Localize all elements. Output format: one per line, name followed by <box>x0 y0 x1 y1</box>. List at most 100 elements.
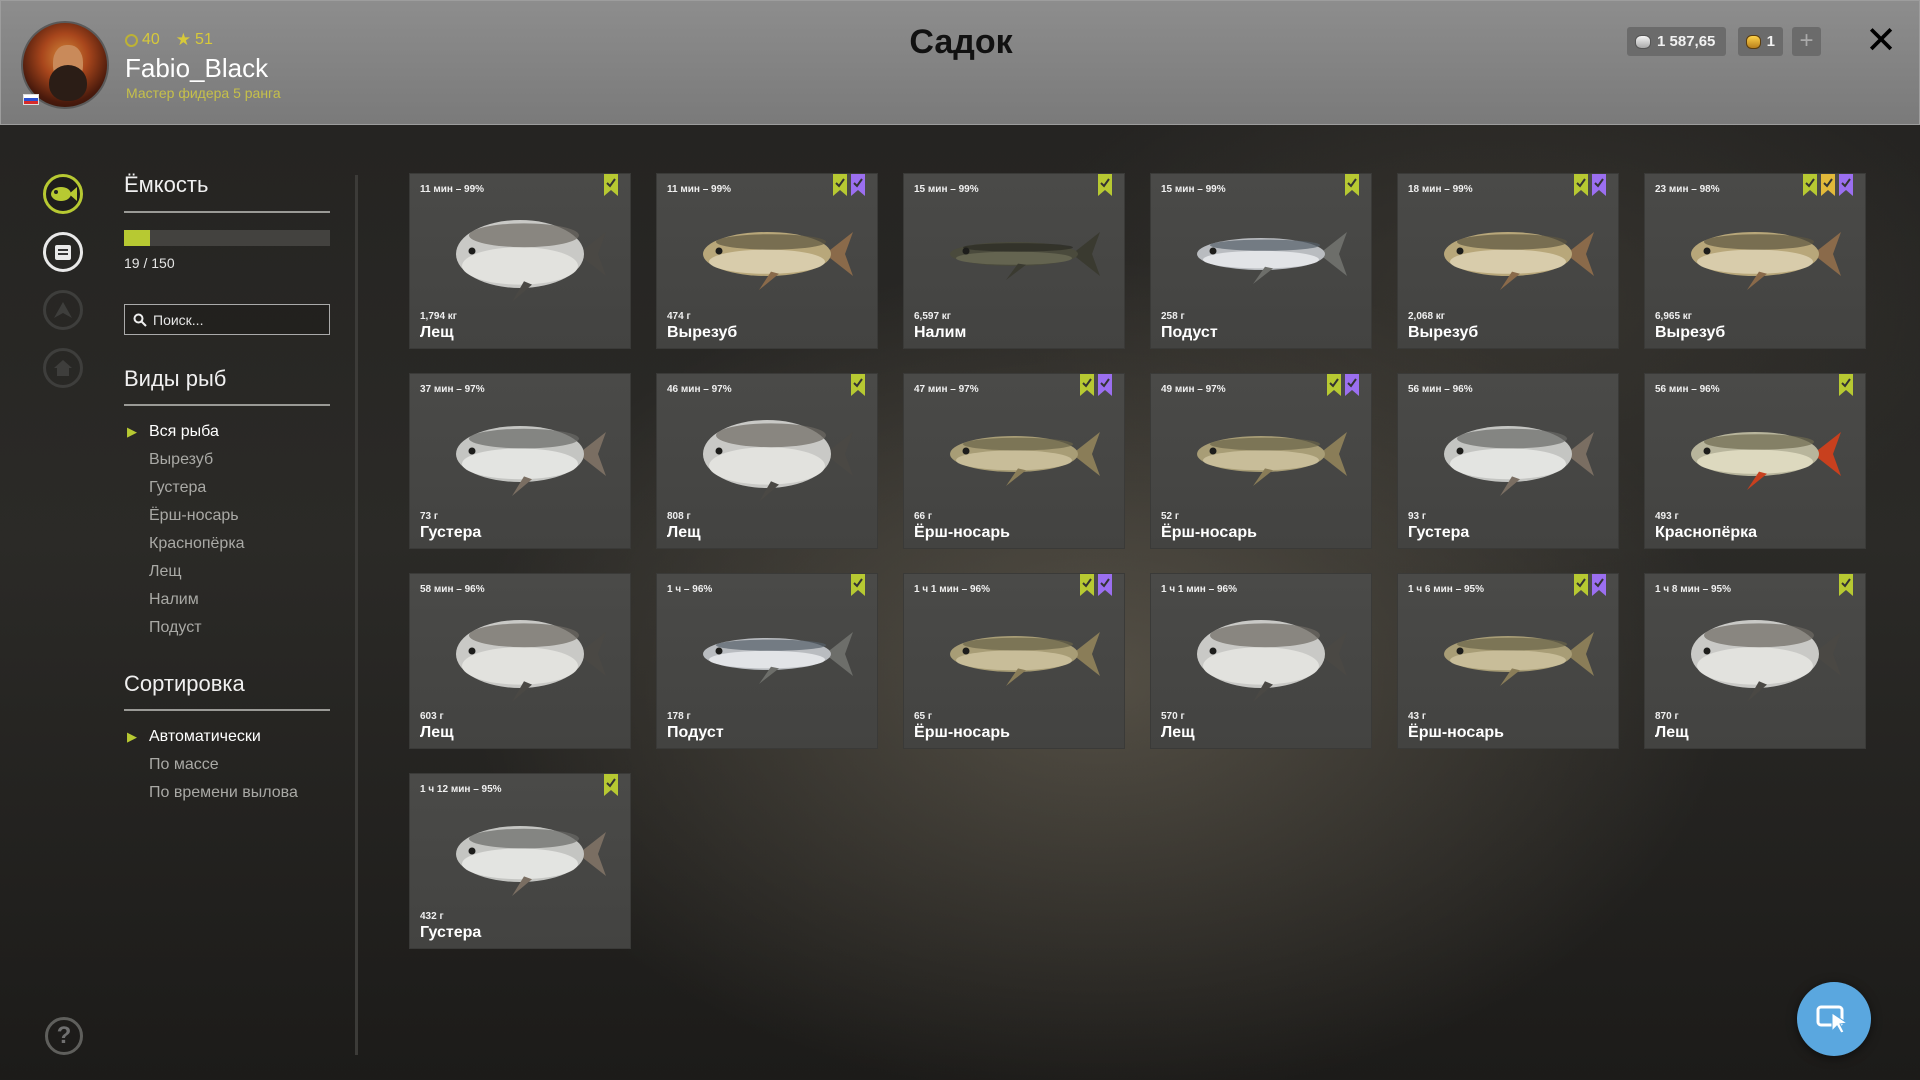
capacity-bar <box>124 230 330 246</box>
bait-tab-icon[interactable] <box>43 232 83 272</box>
species-filter-label: Густера <box>149 479 207 496</box>
close-button[interactable]: ✕ <box>1865 19 1897 63</box>
fish-image <box>1444 632 1594 686</box>
fish-catch-time: 1 ч 12 мин – 95% <box>420 784 502 795</box>
fish-badges <box>1839 574 1853 596</box>
silver-balance[interactable]: 1 587,65 <box>1627 27 1726 56</box>
fish-card[interactable]: 58 мин – 96% 603 г Лещ <box>409 573 631 749</box>
gold-balance[interactable]: 1 <box>1738 27 1783 56</box>
fish-badges <box>1839 374 1853 396</box>
species-list: ▶ Вся рыба Вырезуб Густера Ёрш-носарь Красноп… <box>127 418 245 642</box>
fish-weight: 65 г <box>914 711 933 722</box>
fish-badges <box>1080 574 1112 596</box>
help-icon[interactable]: ? <box>45 1017 83 1055</box>
fish-name: Густера <box>420 924 482 941</box>
keepnet-tab-icon[interactable] <box>43 174 83 214</box>
purple-badge-icon <box>1098 374 1112 396</box>
fish-card[interactable]: 37 мин – 97% 73 г Густера <box>409 373 631 549</box>
species-filter-item[interactable]: Вырезуб <box>127 446 245 474</box>
species-filter-item[interactable]: Ёрш-носарь <box>127 502 245 530</box>
sort-option-item[interactable]: По массе <box>127 751 298 779</box>
add-currency-button[interactable]: + <box>1792 27 1821 56</box>
fish-name: Подуст <box>667 724 724 741</box>
fish-weight: 178 г <box>667 711 691 722</box>
fish-card[interactable]: 11 мин – 99% 1,794 кг Лещ <box>409 173 631 349</box>
fish-name: Ёрш-носарь <box>914 524 1010 541</box>
avatar-beard <box>49 65 87 101</box>
species-filter-item[interactable]: Подуст <box>127 614 245 642</box>
species-filter-item[interactable]: Краснопёрка <box>127 530 245 558</box>
sort-option-item[interactable]: ▶ Автоматически <box>127 723 298 751</box>
fish-catch-time: 11 мин – 99% <box>420 184 485 195</box>
arrow-right-icon: ▶ <box>127 424 137 439</box>
sort-option-item[interactable]: По времени вылова <box>127 779 298 807</box>
fish-name: Лещ <box>420 324 454 341</box>
search-input[interactable] <box>153 311 323 328</box>
species-filter-item[interactable]: Налим <box>127 586 245 614</box>
green-badge-icon <box>1574 174 1588 196</box>
species-filter-item[interactable]: ▶ Вся рыба <box>127 418 245 446</box>
fish-card[interactable]: 1 ч 12 мин – 95% 432 г Густера <box>409 773 631 949</box>
fish-card[interactable]: 56 мин – 96% 93 г Густера <box>1397 373 1619 549</box>
fish-card[interactable]: 1 ч 8 мин – 95% 870 г Лещ <box>1644 573 1866 749</box>
fish-card[interactable]: 1 ч 1 мин – 96% 65 г Ёрш-носарь <box>903 573 1125 749</box>
green-badge-icon <box>1080 374 1094 396</box>
fish-card[interactable]: 11 мин – 99% 474 г Вырезуб <box>656 173 878 349</box>
fish-weight: 808 г <box>667 511 691 522</box>
player-rank: Мастер фидера 5 ранга <box>126 85 281 101</box>
fish-card[interactable]: 23 мин – 98% 6,965 кг Вырезуб <box>1644 173 1866 349</box>
fish-weight: 2,068 кг <box>1408 311 1445 322</box>
gold-badge-icon <box>1821 174 1835 196</box>
fish-image <box>456 426 606 496</box>
sort-option-label: По времени вылова <box>149 784 298 801</box>
green-badge-icon <box>1345 174 1359 196</box>
fish-card[interactable]: 47 мин – 97% 66 г Ёрш-носарь <box>903 373 1125 549</box>
fish-catch-time: 23 мин – 98% <box>1655 184 1720 195</box>
species-title: Виды рыб <box>124 366 227 391</box>
fish-badges <box>1345 174 1359 196</box>
select-mode-button[interactable] <box>1797 982 1871 1056</box>
fish-card[interactable]: 18 мин – 99% 2,068 кг Вырезуб <box>1397 173 1619 349</box>
species-filter-item[interactable]: Лещ <box>127 558 245 586</box>
green-badge-icon <box>1803 174 1817 196</box>
fish-name: Вырезуб <box>1408 324 1479 341</box>
fish-name: Густера <box>420 524 482 541</box>
fish-weight: 570 г <box>1161 711 1185 722</box>
silver-coin-icon <box>1635 34 1651 49</box>
fish-image <box>1444 232 1594 290</box>
sort-option-label: По массе <box>149 756 219 773</box>
fish-name: Лещ <box>667 524 701 541</box>
fish-card[interactable]: 49 мин – 97% 52 г Ёрш-носарь <box>1150 373 1372 549</box>
fish-card[interactable]: 15 мин – 99% 258 г Подуст <box>1150 173 1372 349</box>
fish-name: Лещ <box>420 724 454 741</box>
species-filter-label: Подуст <box>149 619 202 636</box>
green-badge-icon <box>1839 374 1853 396</box>
tackle-tab-icon[interactable] <box>43 290 83 330</box>
fish-name: Лещ <box>1655 724 1689 741</box>
fish-card[interactable]: 46 мин – 97% 808 г Лещ <box>656 373 878 549</box>
fish-card[interactable]: 1 ч 6 мин – 95% 43 г Ёрш-носарь <box>1397 573 1619 749</box>
fish-weight: 52 г <box>1161 511 1180 522</box>
chevron-up-icon <box>54 302 72 318</box>
fish-weight: 6,597 кг <box>914 311 951 322</box>
fish-weight: 43 г <box>1408 711 1427 722</box>
fish-image <box>1444 426 1594 496</box>
fish-catch-time: 46 мин – 97% <box>667 384 732 395</box>
fish-image <box>456 620 606 702</box>
fish-card[interactable]: 56 мин – 96% 493 г Краснопёрка <box>1644 373 1866 549</box>
purple-badge-icon <box>851 174 865 196</box>
home-tab-icon[interactable] <box>43 348 83 388</box>
fish-card[interactable]: 1 ч – 96% 178 г Подуст <box>656 573 878 749</box>
fish-name: Краснопёрка <box>1655 524 1758 541</box>
search-box[interactable] <box>124 304 330 335</box>
fish-name: Густера <box>1408 524 1470 541</box>
fish-weight: 432 г <box>420 911 444 922</box>
fish-name: Ёрш-носарь <box>1408 724 1504 741</box>
species-filter-item[interactable]: Густера <box>127 474 245 502</box>
fish-image <box>1197 432 1347 486</box>
silver-value: 1 587,65 <box>1657 33 1716 50</box>
species-filter-label: Краснопёрка <box>149 535 245 552</box>
fish-card[interactable]: 1 ч 1 мин – 96% 570 г Лещ <box>1150 573 1372 749</box>
house-icon <box>54 360 72 376</box>
fish-card[interactable]: 15 мин – 99% 6,597 кг Налим <box>903 173 1125 349</box>
